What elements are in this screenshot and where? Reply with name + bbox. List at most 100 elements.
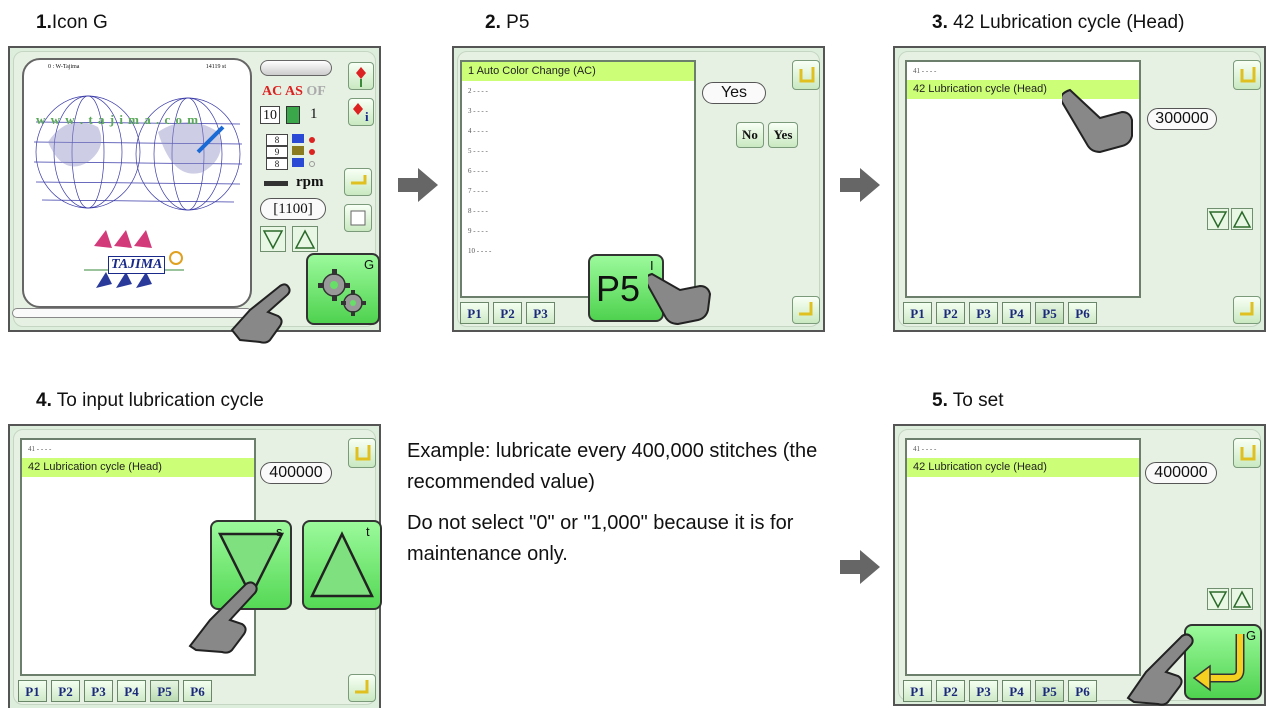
tab-p1[interactable]: P1 xyxy=(903,302,932,324)
page-tabs: P1 P2 P3 P4 P5 P6 xyxy=(903,302,1097,324)
example-line-1: Example: lubricate every 400,000 stitche… xyxy=(407,440,818,493)
list-item[interactable]: 2 - - - - xyxy=(462,81,694,101)
value-display: 300000 xyxy=(1147,108,1217,130)
tab-p4[interactable]: P4 xyxy=(1002,302,1031,324)
down-button[interactable] xyxy=(1207,208,1229,230)
tab-p3[interactable]: P3 xyxy=(969,680,998,702)
param-list: 41 - - - - 42 Lubrication cycle (Head) xyxy=(905,438,1141,676)
up-key[interactable]: t xyxy=(302,520,382,610)
pointing-hand-icon xyxy=(230,283,291,344)
list-item[interactable]: 4 - - - - xyxy=(462,121,694,141)
flower-info-icon[interactable]: i xyxy=(348,98,374,126)
as-flag: AS xyxy=(284,84,303,99)
key-letter: G xyxy=(1246,628,1257,643)
set-icon[interactable] xyxy=(348,674,376,702)
svg-text:i: i xyxy=(365,109,369,124)
of-flag: OF xyxy=(306,84,326,99)
step-5-title: 5. To set xyxy=(932,390,1004,411)
speed-value: [1100] xyxy=(260,198,326,220)
tab-p3[interactable]: P3 xyxy=(84,680,113,702)
pointing-hand-icon xyxy=(1126,633,1194,706)
progress-bar xyxy=(12,308,252,318)
page-tabs: P1 P2 P3 P4 P5 P6 xyxy=(18,680,212,702)
list-item[interactable]: 8 - - - - xyxy=(462,201,694,221)
tab-p2[interactable]: P2 xyxy=(493,302,522,324)
tab-p3[interactable]: P3 xyxy=(969,302,998,324)
pointing-hand-icon xyxy=(1062,88,1133,154)
key-letter: G xyxy=(364,257,375,272)
tab-p2[interactable]: P2 xyxy=(936,680,965,702)
tab-p2[interactable]: P2 xyxy=(51,680,80,702)
list-item[interactable]: 41 - - - - xyxy=(907,440,1139,458)
step-4-title: 4. To input lubrication cycle xyxy=(36,390,264,411)
status-flags: AC AS OF xyxy=(262,84,326,100)
list-item[interactable]: 3 - - - - xyxy=(462,101,694,121)
scroll-slider[interactable] xyxy=(260,60,332,76)
tab-p1[interactable]: P1 xyxy=(18,680,47,702)
down-button[interactable] xyxy=(1207,588,1229,610)
tab-p3[interactable]: P3 xyxy=(526,302,555,324)
up-button[interactable] xyxy=(1231,208,1253,230)
speed-down-button[interactable] xyxy=(260,226,286,252)
list-item[interactable]: 6 - - - - xyxy=(462,161,694,181)
up-button[interactable] xyxy=(1231,588,1253,610)
return-icon[interactable] xyxy=(344,168,372,196)
page-tabs: P1 P2 P3 xyxy=(460,302,555,324)
back-icon[interactable] xyxy=(792,60,820,90)
globe-illustration xyxy=(33,95,243,211)
value-display: 400000 xyxy=(1145,462,1217,484)
value-display: 400000 xyxy=(260,462,332,484)
next-arrow-3 xyxy=(840,550,880,584)
counter-right: 1 xyxy=(310,106,318,122)
step-2-title: 2. P5 xyxy=(485,12,530,33)
list-item-selected[interactable]: 1 Auto Color Change (AC) xyxy=(462,62,694,81)
key-letter: s xyxy=(276,524,283,539)
header-left: 0 : W-Tajima xyxy=(48,64,80,70)
tab-p6[interactable]: P6 xyxy=(183,680,212,702)
list-item[interactable]: 7 - - - - xyxy=(462,181,694,201)
list-item-selected[interactable]: 42 Lubrication cycle (Head) xyxy=(907,458,1139,477)
next-arrow-1 xyxy=(398,168,438,202)
header-right: 14119 st xyxy=(205,64,226,70)
list-item-selected[interactable]: 42 Lubrication cycle (Head) xyxy=(22,458,254,477)
rpm-label: rpm xyxy=(296,174,324,190)
back-icon[interactable] xyxy=(1233,60,1261,90)
ac-flag: AC xyxy=(262,84,283,99)
list-item[interactable]: 41 - - - - xyxy=(907,62,1139,80)
tab-p1[interactable]: P1 xyxy=(903,680,932,702)
p5-key-label: P5 xyxy=(596,268,641,309)
flower-down-icon[interactable] xyxy=(348,62,374,90)
next-arrow-2 xyxy=(840,168,880,202)
document-icon[interactable] xyxy=(344,204,372,232)
no-button[interactable]: No xyxy=(736,122,764,148)
pointing-hand-icon xyxy=(648,272,712,326)
list-item[interactable]: 9 - - - - xyxy=(462,221,694,241)
tab-p6[interactable]: P6 xyxy=(1068,680,1097,702)
tab-p1[interactable]: P1 xyxy=(460,302,489,324)
counter-box: 10 xyxy=(260,106,280,124)
set-icon[interactable] xyxy=(792,296,820,324)
example-note: Example: lubricate every 400,000 stitche… xyxy=(407,436,837,580)
color-swatch-green xyxy=(286,106,300,124)
list-item[interactable]: 41 - - - - xyxy=(22,440,254,458)
tab-p5[interactable]: P5 xyxy=(1035,680,1064,702)
tab-p4[interactable]: P4 xyxy=(117,680,146,702)
back-icon[interactable] xyxy=(348,438,376,468)
tab-p4[interactable]: P4 xyxy=(1002,680,1031,702)
world-display: 0 : W-Tajima 14119 st w w w . t a j i m … xyxy=(22,58,252,308)
list-item[interactable]: 5 - - - - xyxy=(462,141,694,161)
step-1-title: 1.Icon G xyxy=(36,12,108,33)
yes-button[interactable]: Yes xyxy=(768,122,798,148)
step-3-title: 3. 42 Lubrication cycle (Head) xyxy=(932,12,1185,33)
speed-up-button[interactable] xyxy=(292,226,318,252)
back-icon[interactable] xyxy=(1233,438,1261,468)
tab-p6[interactable]: P6 xyxy=(1068,302,1097,324)
tab-p5[interactable]: P5 xyxy=(150,680,179,702)
example-line-2: Do not select "0" or "1,000" because it … xyxy=(407,512,794,565)
needle-list: 8 9 8 xyxy=(266,130,320,170)
tab-p5[interactable]: P5 xyxy=(1035,302,1064,324)
key-letter: t xyxy=(366,524,370,539)
tab-p2[interactable]: P2 xyxy=(936,302,965,324)
settings-key-g[interactable]: G xyxy=(306,253,380,325)
set-icon[interactable] xyxy=(1233,296,1261,324)
